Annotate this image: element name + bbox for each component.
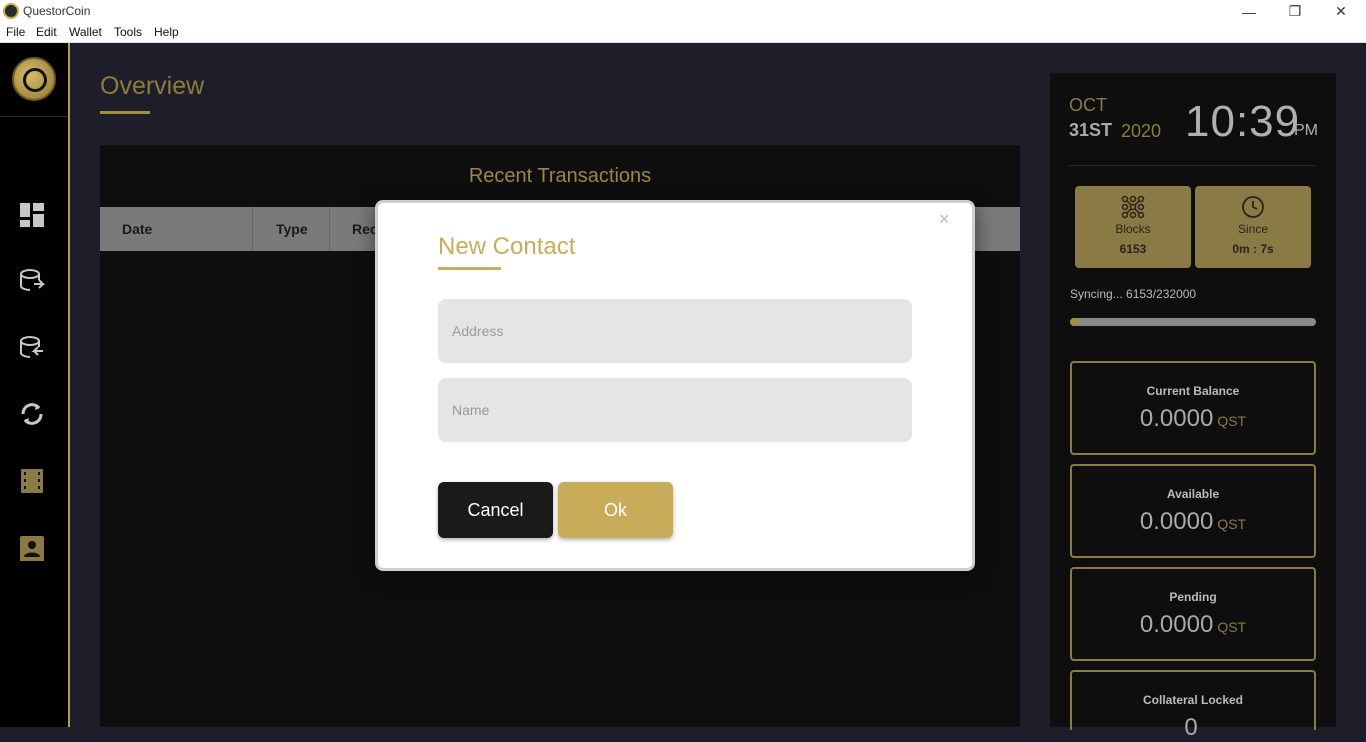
date-year: 2020 bbox=[1121, 121, 1162, 141]
balance-amount: 0.0000 QST bbox=[1139, 405, 1247, 432]
collateral-locked-card: Collateral Locked 0 bbox=[1070, 670, 1316, 741]
column-recipient[interactable]: Rec bbox=[352, 221, 378, 237]
ok-button[interactable]: Ok bbox=[558, 482, 673, 538]
page-title: Overview bbox=[100, 72, 205, 100]
balance-unit: QST bbox=[1217, 619, 1247, 635]
date-month: OCT bbox=[1069, 95, 1107, 115]
since-value: 0m : 7s bbox=[1232, 242, 1274, 256]
since-label: Since bbox=[1237, 222, 1269, 236]
clock-ampm: PM bbox=[1294, 122, 1318, 139]
dialog-title: New Contact bbox=[438, 233, 576, 260]
status-divider bbox=[1069, 165, 1315, 166]
app-logo-icon bbox=[3, 3, 19, 19]
close-icon[interactable]: × bbox=[939, 209, 950, 230]
column-separator bbox=[252, 207, 253, 251]
new-contact-dialog: × New Contact Cancel Ok bbox=[375, 200, 975, 571]
transactions-icon[interactable] bbox=[19, 468, 45, 494]
blocks-label: Blocks bbox=[1115, 222, 1151, 236]
balance-amount: 0.0000 QST bbox=[1139, 611, 1247, 638]
receive-coins-icon[interactable] bbox=[19, 335, 45, 361]
panel-title: Recent Transactions bbox=[468, 165, 652, 187]
name-input[interactable] bbox=[438, 378, 912, 442]
balance-label: Available bbox=[1166, 487, 1220, 501]
current-balance-card: Current Balance 0.0000 QST bbox=[1070, 361, 1316, 455]
address-input[interactable] bbox=[438, 299, 912, 363]
clock-time: 10:39 bbox=[1185, 97, 1301, 146]
dashboard-icon[interactable] bbox=[19, 202, 45, 228]
available-balance-card: Available 0.0000 QST bbox=[1070, 464, 1316, 558]
balance-unit: QST bbox=[1217, 413, 1247, 429]
menu-bar: File Edit Wallet Tools Help bbox=[0, 23, 1366, 43]
menu-wallet[interactable]: Wallet bbox=[69, 25, 102, 39]
balance-label: Collateral Locked bbox=[1142, 693, 1244, 707]
menu-tools[interactable]: Tools bbox=[114, 25, 142, 39]
sync-status-text: Syncing... 6153/232000 bbox=[1070, 287, 1197, 301]
balance-amount: 0.0000 QST bbox=[1139, 508, 1247, 535]
date-day: 31ST bbox=[1069, 120, 1113, 140]
menu-file[interactable]: File bbox=[6, 25, 25, 39]
sidebar bbox=[0, 43, 70, 727]
status-panel: OCT 31ST 2020 10:39 PM Blocks 6153 Since… bbox=[1050, 73, 1336, 741]
since-card: Since 0m : 7s bbox=[1195, 186, 1311, 268]
menu-edit[interactable]: Edit bbox=[36, 25, 57, 39]
blocks-network-icon bbox=[1121, 195, 1145, 219]
sync-icon[interactable] bbox=[19, 401, 45, 427]
cancel-button[interactable]: Cancel bbox=[438, 482, 553, 538]
clock-icon bbox=[1241, 195, 1265, 219]
balance-unit: QST bbox=[1217, 516, 1247, 532]
title-bar: QuestorCoin — ❐ ✕ bbox=[0, 0, 1366, 23]
blocks-value: 6153 bbox=[1119, 242, 1147, 256]
menu-help[interactable]: Help bbox=[154, 25, 179, 39]
blocks-card: Blocks 6153 bbox=[1075, 186, 1191, 268]
window-title: QuestorCoin bbox=[23, 4, 91, 18]
sync-progress-fill bbox=[1070, 318, 1077, 326]
send-coins-icon[interactable] bbox=[19, 268, 45, 294]
contacts-icon[interactable] bbox=[19, 535, 45, 561]
column-date[interactable]: Date bbox=[122, 221, 152, 237]
dialog-title-underline bbox=[438, 267, 501, 270]
sidebar-divider bbox=[0, 116, 68, 117]
brand-logo-icon bbox=[12, 57, 56, 101]
balance-amount: 0 bbox=[1184, 714, 1198, 741]
column-separator bbox=[329, 207, 330, 251]
column-type[interactable]: Type bbox=[276, 221, 308, 237]
title-underline bbox=[100, 111, 150, 114]
pending-balance-card: Pending 0.0000 QST bbox=[1070, 567, 1316, 661]
close-window-button[interactable]: ✕ bbox=[1318, 0, 1364, 23]
minimize-button[interactable]: — bbox=[1226, 0, 1272, 23]
balance-label: Pending bbox=[1169, 590, 1217, 604]
maximize-button[interactable]: ❐ bbox=[1272, 0, 1318, 23]
balance-label: Current Balance bbox=[1146, 384, 1240, 398]
sync-progress-bar bbox=[1070, 318, 1316, 326]
